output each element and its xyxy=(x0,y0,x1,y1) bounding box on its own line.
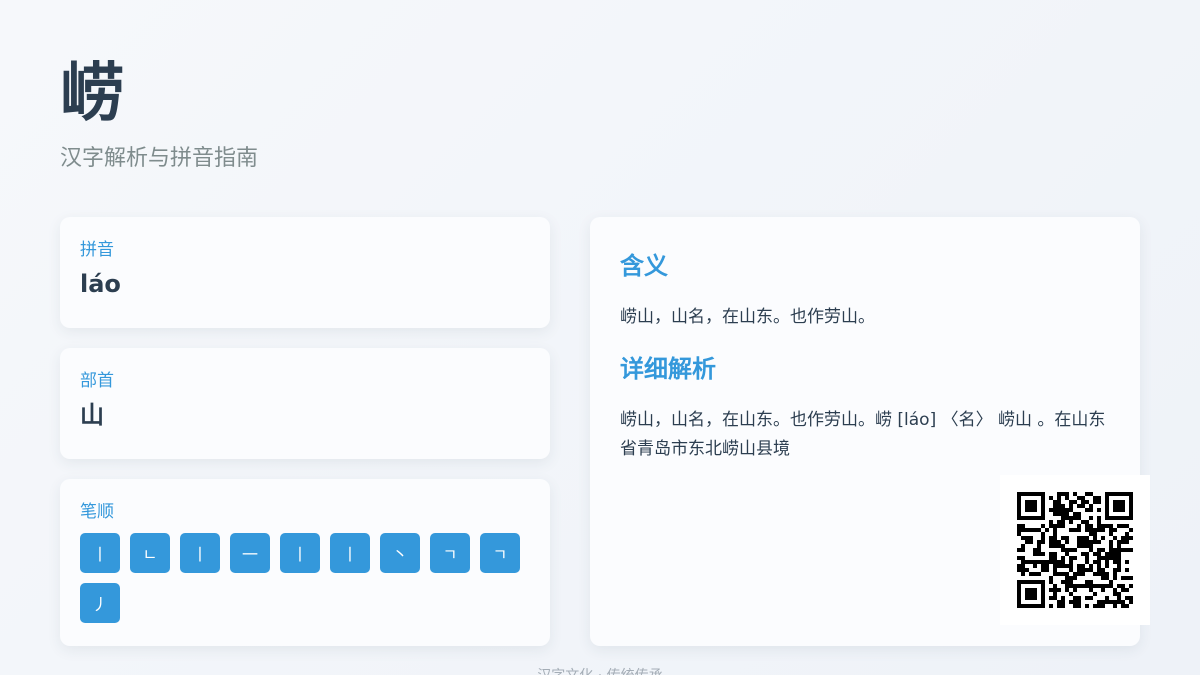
radical-value: 山 xyxy=(80,401,104,429)
pinyin-value: láo xyxy=(80,270,121,298)
character-title: 崂 xyxy=(60,56,126,131)
radical-card: 部首 山 xyxy=(60,348,550,459)
meaning-heading: 含义 xyxy=(620,252,668,280)
stroke-item[interactable]: 丨 xyxy=(180,533,220,573)
stroke-item[interactable]: 丨 xyxy=(330,533,370,573)
pinyin-card: 拼音 láo xyxy=(60,217,550,328)
stroke-item[interactable]: 丿 xyxy=(80,583,120,623)
qr-code-icon[interactable] xyxy=(1000,475,1150,625)
meaning-text: 崂山，山名，在山东。也作劳山。 xyxy=(620,307,875,327)
stroke-item[interactable]: ㄱ xyxy=(480,533,520,573)
pinyin-label: 拼音 xyxy=(80,240,114,260)
stroke-item[interactable]: ㄴ xyxy=(130,533,170,573)
page-subtitle: 汉字解析与拼音指南 xyxy=(60,146,259,171)
stroke-item[interactable]: 丨 xyxy=(280,533,320,573)
stroke-list: 丨 ㄴ 丨 一 丨 丨 丶 ㄱ ㄱ 丿 xyxy=(80,533,530,623)
radical-label: 部首 xyxy=(80,371,114,391)
detail-heading: 详细解析 xyxy=(620,355,716,383)
stroke-item[interactable]: 丶 xyxy=(380,533,420,573)
page-header: 崂 汉字解析与拼音指南 xyxy=(60,58,258,174)
stroke-item[interactable]: ㄱ xyxy=(430,533,470,573)
stroke-order-card: 笔顺 丨 ㄴ 丨 一 丨 丨 丶 ㄱ ㄱ 丿 xyxy=(60,479,550,646)
stroke-item[interactable]: 丨 xyxy=(80,533,120,573)
stroke-order-label: 笔顺 xyxy=(80,502,114,522)
detail-text: 崂山，山名，在山东。也作劳山。崂 [láo] 〈名〉 崂山 。在山东省青岛市东北… xyxy=(620,410,1106,459)
footer-text: 汉字文化 · 传统传承 xyxy=(0,667,1200,675)
stroke-item[interactable]: 一 xyxy=(230,533,270,573)
